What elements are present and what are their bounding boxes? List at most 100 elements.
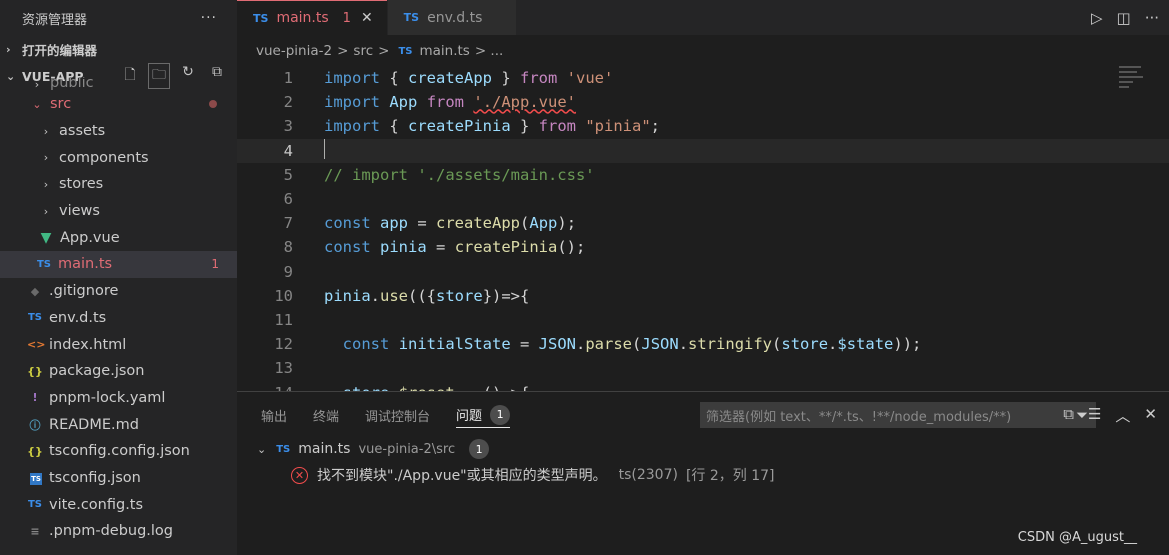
chevron-down-icon: ⌄ [257,442,267,456]
tab-problems[interactable]: 问题 1 [456,402,511,428]
code-text [324,138,325,163]
tab-terminal[interactable]: 终端 [313,402,339,428]
view-as-list-icon[interactable]: ☰ [1088,405,1101,426]
code-line[interactable]: 1 import { createApp } from 'vue' [237,66,1169,90]
close-icon[interactable]: ✕ [361,10,373,26]
tree-item-pnpm-lock[interactable]: ! pnpm-lock.yaml [0,385,237,412]
code-token: const [342,335,390,354]
line-number: 4 [283,141,293,160]
code-line[interactable]: 7 const app = createApp(App); [237,211,1169,235]
code-line[interactable]: 11 [237,308,1169,332]
code-line[interactable]: 5 // import './assets/main.css' [237,163,1169,187]
code-line[interactable]: 2 import App from './App.vue' [237,90,1169,114]
chevron-right-icon: › [43,177,49,191]
code-line[interactable]: 4 [237,138,1169,163]
tree-item-env-d-ts[interactable]: TS env.d.ts [0,305,237,332]
tree-item-app-vue[interactable]: ▼ App.vue [0,224,237,251]
problem-position: [行 2，列 17] [685,468,775,484]
tree-item-components[interactable]: › components [0,144,237,171]
code-token: ( [632,335,642,354]
code-text: const app = createApp(App); [324,214,576,232]
code-token: "pinia" [585,117,651,136]
open-editors-section[interactable]: › 打开的编辑器 [0,36,237,62]
tree-item-label: pnpm-lock.yaml [49,389,166,406]
minimap[interactable] [1119,66,1149,106]
explorer-header: 资源管理器 ··· [0,0,237,36]
explorer-sidebar: 资源管理器 ··· › 打开的编辑器 ⌄ VUE-APP 🗋 🗀 ↻ ⧉ › p… [0,0,237,555]
tree-item-label: main.ts [58,256,113,273]
problem-message: 找不到模块"./App.vue"或其相应的类型声明。 [317,468,607,484]
code-text: import { createPinia } from "pinia"; [324,117,660,135]
tree-item-pnpm-debug-log[interactable]: ≡ .pnpm-debug.log [0,518,237,545]
tree-item-src[interactable]: ⌄ src [0,91,237,118]
problem-message-row[interactable]: ✕ 找不到模块"./App.vue"或其相应的类型声明。 ts(2307) [行… [291,465,775,485]
code-editor[interactable]: 1 import { createApp } from 'vue' 2 import … [237,64,1169,391]
tree-item-assets[interactable]: › assets [0,118,237,145]
ts-file-icon: TS [398,45,413,57]
line-number: 14 [237,384,293,391]
breadcrumb-project[interactable]: vue-pinia-2 [256,43,332,59]
problems-count-badge: 1 [490,404,511,425]
code-line[interactable]: 9 [237,260,1169,284]
breadcrumb-tail[interactable]: > ... [475,43,503,59]
code-line[interactable]: 12 const initialState = JSON.parse(JSON.… [237,332,1169,356]
tab-label: 调试控制台 [365,409,431,425]
code-token: = [426,238,455,257]
more-actions-icon[interactable]: ··· [201,10,217,26]
code-line[interactable]: 10 pinia.use(({store})=>{ [237,284,1169,308]
problems-filter-input[interactable]: 筛选器(例如 text、**/*.ts、!**/node_modules/**)… [700,402,1096,428]
more-actions-icon[interactable]: ··· [1145,9,1159,27]
tree-item-tsconfig[interactable]: TS tsconfig.json [0,465,237,492]
code-line[interactable]: 13 [237,356,1169,380]
code-token: import [324,93,380,112]
breadcrumb-folder[interactable]: src [353,43,373,59]
tree-item-label: env.d.ts [49,309,107,326]
code-line[interactable]: 14 store.$reset = ()=>{ [237,381,1169,391]
tab-debug-console[interactable]: 调试控制台 [365,402,430,428]
code-token: const [324,214,371,233]
tab-output[interactable]: 输出 [261,402,287,428]
code-token: ( [520,214,530,233]
tree-item-public[interactable]: › public [0,77,237,91]
tab-label: main.ts [276,10,329,26]
ts-file-icon: TS [36,258,52,270]
run-icon[interactable]: ▷ [1091,9,1103,27]
code-line[interactable]: 8 const pinia = createPinia(); [237,235,1169,259]
breadcrumb-file[interactable]: main.ts [419,43,469,59]
code-text: const pinia = createPinia(); [324,238,585,256]
code-token: // import './assets/main.css' [324,165,595,184]
code-token: JSON [538,335,576,354]
tab-label: 问题 [456,409,483,424]
tree-item-package-json[interactable]: {} package.json [0,358,237,385]
tree-item-stores[interactable]: › stores [0,171,237,198]
code-token: . [576,335,586,354]
problem-file-row[interactable]: ⌄ TS main.ts vue-pinia-2\src 1 [257,439,490,459]
code-line[interactable]: 3 import { createPinia } from "pinia"; [237,114,1169,138]
code-line[interactable]: 6 [237,187,1169,211]
line-number: 7 [283,214,293,233]
open-editors-label: 打开的编辑器 [22,42,98,58]
yaml-file-icon: ! [32,391,38,405]
chevron-up-icon[interactable]: ︿ [1115,405,1130,426]
watermark: CSDN @A_ugust__ [1017,530,1137,545]
code-token: $state [837,335,894,354]
close-icon[interactable]: ✕ [1144,405,1157,426]
tree-item-index-html[interactable]: <> index.html [0,331,237,358]
tree-item-main-ts[interactable]: TS main.ts 1 [0,251,237,278]
tree-item-vite-config[interactable]: TS vite.config.ts [0,491,237,518]
split-editor-icon[interactable]: ◫ [1117,9,1131,27]
code-token: import [324,69,380,88]
tree-item-tsconfig-config[interactable]: {} tsconfig.config.json [0,438,237,465]
modified-dot-icon [209,100,217,109]
tab-main-ts[interactable]: TS main.ts 1 ✕ [237,0,387,35]
tree-item-views[interactable]: › views [0,198,237,225]
tree-item-gitignore[interactable]: ◆ .gitignore [0,278,237,305]
collapse-all-icon[interactable]: ⧉ [1063,405,1074,426]
code-token: 'vue' [566,69,614,88]
tab-env-d-ts[interactable]: TS env.d.ts [387,0,516,35]
tree-item-readme[interactable]: ⓘ README.md [0,411,237,438]
